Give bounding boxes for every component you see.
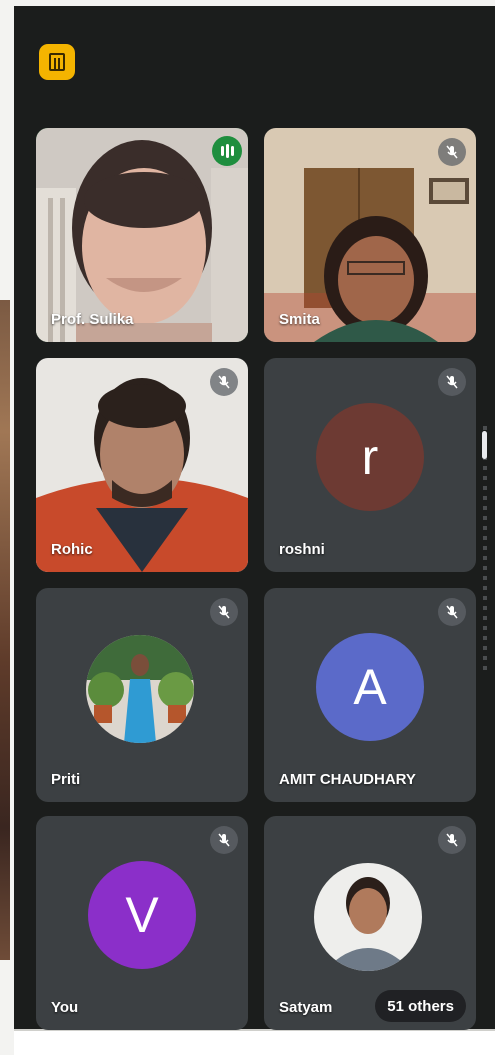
door-icon <box>49 53 65 71</box>
speaking-indicator-icon <box>212 136 242 166</box>
avatar: r <box>316 403 424 511</box>
room-icon[interactable] <box>39 44 75 80</box>
participant-tile[interactable]: Satyam 51 others <box>264 816 476 1030</box>
mic-off-icon <box>438 368 466 396</box>
meeting-grid: Prof. Sulika Smita Rohic r roshni Priti … <box>14 6 495 1030</box>
bottom-edge <box>14 1029 495 1055</box>
avatar <box>86 635 194 743</box>
mic-off-icon <box>210 368 238 396</box>
participant-name: AMIT CHAUDHARY <box>279 771 416 788</box>
participant-name: Smita <box>279 311 320 328</box>
mic-off-icon <box>438 826 466 854</box>
others-count-button[interactable]: 51 others <box>375 990 466 1022</box>
participant-tile-self[interactable]: V You <box>36 816 248 1030</box>
participant-tile[interactable]: Rohic <box>36 358 248 572</box>
background-window-edge <box>0 0 14 1055</box>
participant-tile[interactable]: r roshni <box>264 358 476 572</box>
mic-off-icon <box>438 138 466 166</box>
participant-name: Priti <box>51 771 81 788</box>
participant-tile[interactable]: Smita <box>264 128 476 342</box>
avatar: A <box>316 633 424 741</box>
scrollbar-thumb[interactable] <box>482 431 487 459</box>
participant-name: You <box>51 999 79 1016</box>
scrollbar-track[interactable] <box>483 426 487 676</box>
participant-name: Rohic <box>51 541 93 558</box>
mic-off-icon <box>438 598 466 626</box>
mic-off-icon <box>210 598 238 626</box>
participant-tile[interactable]: A AMIT CHAUDHARY <box>264 588 476 802</box>
participant-tile[interactable]: Priti <box>36 588 248 802</box>
participant-name: Satyam <box>279 999 333 1016</box>
participant-name: Prof. Sulika <box>51 311 134 328</box>
participant-tile[interactable]: Prof. Sulika <box>36 128 248 342</box>
mic-off-icon <box>210 826 238 854</box>
avatar: V <box>88 861 196 969</box>
avatar <box>314 863 422 971</box>
background-photo <box>0 300 10 960</box>
participant-name: roshni <box>279 541 325 558</box>
